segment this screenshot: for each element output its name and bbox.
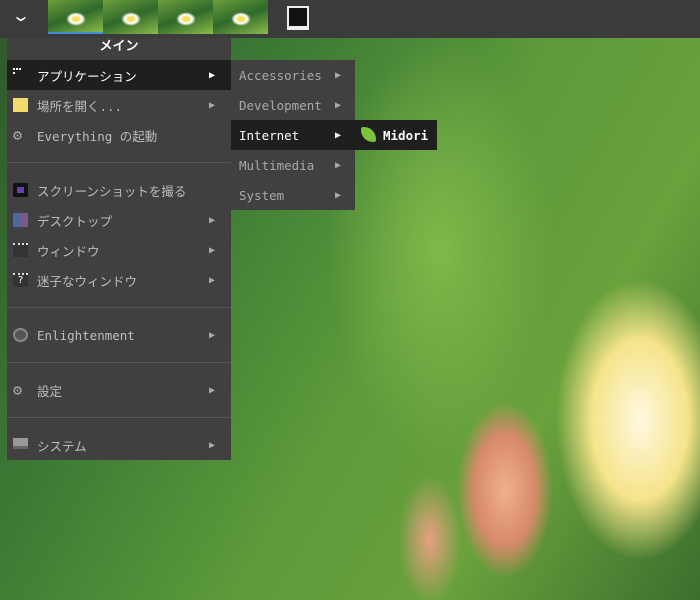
menu-item-label: 場所を開く... xyxy=(37,98,123,114)
menu-item-label: スクリーンショットを撮る xyxy=(37,183,187,199)
chevron-right-icon: ▶ xyxy=(334,129,341,141)
taskbar: ❯ xyxy=(0,0,700,38)
menu-item-label: システム xyxy=(37,438,87,454)
menu-item-system[interactable]: システム ▶ xyxy=(7,430,231,460)
gear-icon: ⚙ xyxy=(13,126,23,144)
menu-item-label: デスクトップ xyxy=(37,213,113,229)
chevron-right-icon: ▶ xyxy=(208,214,215,226)
separator xyxy=(7,362,231,363)
terminal-icon[interactable] xyxy=(287,6,309,30)
chevron-right-icon: ▶ xyxy=(208,439,215,451)
menu-title: メイン xyxy=(99,39,139,54)
pager-desktop-4[interactable] xyxy=(213,0,268,34)
pager-desktop-2[interactable] xyxy=(103,0,158,34)
menu-item-label: 設定 xyxy=(37,383,63,399)
chevron-right-icon: ▶ xyxy=(334,69,341,81)
menu-item-screenshot[interactable]: スクリーンショットを撮る xyxy=(7,175,231,205)
settings-icon: ⚙ xyxy=(13,381,23,399)
menu-item-label: Accessories xyxy=(239,67,322,83)
chevron-right-icon: ▶ xyxy=(208,69,215,81)
submenu-item-accessories[interactable]: Accessories ▶ xyxy=(231,60,355,90)
lost-window-icon: ? xyxy=(13,273,28,287)
desktop-icon xyxy=(13,213,28,227)
menu-item-desktop[interactable]: デスクトップ ▶ xyxy=(7,205,231,235)
chevron-right-icon: ▶ xyxy=(208,99,215,111)
applications-submenu: Accessories ▶ Development ▶ Internet ▶ Mult… xyxy=(231,60,355,210)
menu-item-label: Everything の起動 xyxy=(37,128,158,144)
midori-leaf-icon xyxy=(361,127,376,142)
chevron-right-icon: ▶ xyxy=(208,274,215,286)
enlightenment-icon xyxy=(13,328,28,342)
menu-item-label: Enlightenment xyxy=(37,327,135,343)
menu-item-label: Internet xyxy=(239,127,300,143)
chevron-right-icon: ▶ xyxy=(208,329,215,341)
submenu-item-multimedia[interactable]: Multimedia ▶ xyxy=(231,150,355,180)
window-icon xyxy=(13,243,28,257)
monitor-icon xyxy=(13,438,28,449)
camera-icon xyxy=(13,183,28,197)
separator xyxy=(7,417,231,418)
menu-item-open-location[interactable]: 場所を開く... ▶ xyxy=(7,90,231,120)
applications-icon xyxy=(13,68,21,74)
menu-item-enlightenment[interactable]: Enlightenment ▶ xyxy=(7,320,231,350)
menu-item-label: Development xyxy=(239,97,322,113)
submenu-item-midori[interactable]: Midori xyxy=(355,120,437,150)
menu-item-label: Multimedia xyxy=(239,157,315,173)
submenu-item-internet[interactable]: Internet ▶ xyxy=(231,120,355,150)
chevron-right-icon: ▶ xyxy=(208,244,215,256)
chevron-right-icon: ▶ xyxy=(334,189,341,201)
chevron-right-icon: ▶ xyxy=(334,99,341,111)
pager-desktop-3[interactable] xyxy=(158,0,213,34)
menu-item-windows[interactable]: ウィンドウ ▶ xyxy=(7,235,231,265)
folder-icon xyxy=(13,98,28,112)
menu-item-label: System xyxy=(239,187,285,203)
submenu-item-development[interactable]: Development ▶ xyxy=(231,90,355,120)
menu-item-settings[interactable]: ⚙ 設定 ▶ xyxy=(7,375,231,405)
pager-desktop-1[interactable] xyxy=(48,0,103,34)
menu-item-label: ウィンドウ xyxy=(37,243,100,259)
menu-item-label: アプリケーション xyxy=(37,68,137,84)
separator xyxy=(7,307,231,308)
menu-item-label: Midori xyxy=(383,127,429,143)
separator xyxy=(7,162,231,163)
internet-submenu: Midori xyxy=(355,120,437,150)
chevron-down-icon: ❯ xyxy=(14,15,29,23)
menu-item-lost-windows[interactable]: ? 迷子なウィンドウ ▶ xyxy=(7,265,231,295)
main-menu: メイン アプリケーション ▶ 場所を開く... ▶ ⚙ Everything の起動 … xyxy=(7,38,231,460)
menu-item-applications[interactable]: アプリケーション ▶ xyxy=(7,60,231,90)
start-button[interactable]: ❯ xyxy=(0,0,44,38)
menu-item-everything[interactable]: ⚙ Everything の起動 xyxy=(7,120,231,150)
chevron-right-icon: ▶ xyxy=(208,384,215,396)
submenu-item-system[interactable]: System ▶ xyxy=(231,180,355,210)
chevron-right-icon: ▶ xyxy=(334,159,341,171)
menu-item-label: 迷子なウィンドウ xyxy=(37,273,138,289)
